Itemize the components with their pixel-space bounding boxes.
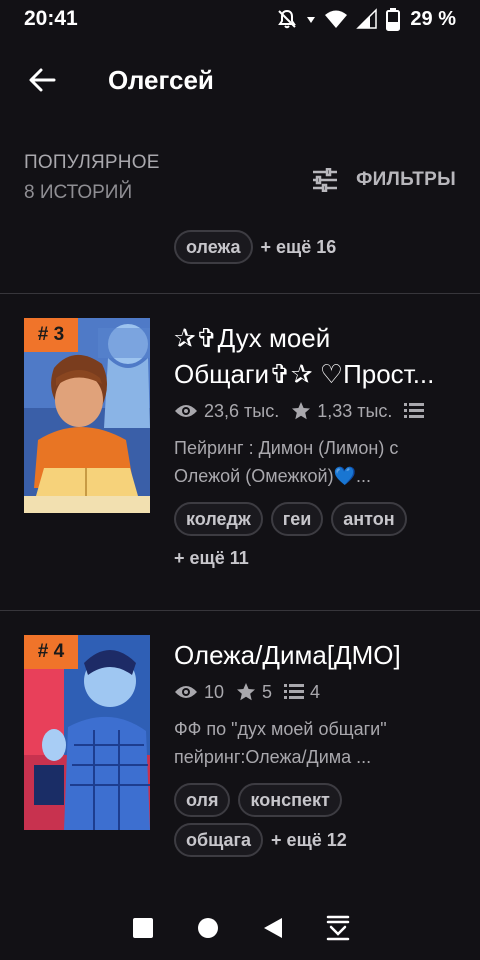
eye-icon xyxy=(175,686,197,698)
description-line: Олежой (Омежкой)💙... xyxy=(174,466,371,486)
story-title-line: ✰✞Дух моей xyxy=(174,323,331,353)
data-arrow-icon xyxy=(306,8,316,30)
filter-sliders-icon xyxy=(313,168,338,192)
tag-chip[interactable]: общага xyxy=(174,823,264,857)
reads-count: 10 xyxy=(204,681,225,702)
story-card[interactable]: # 4 Олежа/Дима[ДМО] 10 5 4 ФФ по "дух мо… xyxy=(0,611,480,871)
story-tags: общага + ещё 12 xyxy=(174,823,458,857)
story-stats: 10 5 4 xyxy=(174,677,458,707)
votes-count: 5 xyxy=(262,681,273,702)
do-not-disturb-off-icon xyxy=(276,8,298,30)
story-tags: оля конспект xyxy=(174,783,458,817)
votes-stat: 1,33 тыс. xyxy=(291,401,392,422)
description-line: Пейринг : Димон (Лимон) с xyxy=(174,438,399,458)
tag-chip[interactable]: оля xyxy=(174,783,231,817)
more-tags-link[interactable]: + ещё 16 xyxy=(261,237,337,258)
reads-stat: 23,6 тыс. xyxy=(174,401,279,422)
list-icon xyxy=(284,684,305,699)
home-button[interactable] xyxy=(183,903,233,953)
votes-stat: 5 xyxy=(236,682,272,703)
parts-stat: 4 xyxy=(284,682,320,703)
filters-label: ФИЛЬТРЫ xyxy=(356,169,456,190)
reads-count: 23,6 тыс. xyxy=(204,400,280,421)
triangle-back-icon xyxy=(263,918,282,938)
story-description: Пейринг : Димон (Лимон) с Олежой (Омежко… xyxy=(174,434,458,490)
star-icon xyxy=(237,683,256,701)
story-stats: 23,6 тыс. 1,33 тыс. xyxy=(174,396,458,426)
eye-icon xyxy=(175,405,197,417)
square-icon xyxy=(132,918,153,938)
rank-badge: # 4 xyxy=(24,635,78,669)
description-line: ФФ по "дух моей общаги" xyxy=(174,719,387,739)
collapse-down-icon xyxy=(326,915,349,941)
story-cover[interactable]: # 3 xyxy=(24,318,150,513)
story-description: ФФ по "дух моей общаги" пейринг:Олежа/Ди… xyxy=(174,715,458,771)
back-arrow-icon xyxy=(29,68,56,92)
story-info: ✰✞Дух моей Общаги✞✰ ♡Прост... 23,6 тыс. … xyxy=(174,320,458,569)
signal-icon xyxy=(356,8,378,30)
battery-icon xyxy=(386,7,401,31)
tag-chip[interactable]: антон xyxy=(331,502,407,536)
parts-stat xyxy=(404,402,430,420)
tag-chip[interactable]: геи xyxy=(270,502,324,536)
story-title-line: Общаги✞✰ ♡Прост... xyxy=(174,359,435,389)
story-tags: коледж геи антон xyxy=(174,502,458,536)
previous-story-tags: олежа + ещё 16 xyxy=(174,230,336,264)
rank-badge: # 3 xyxy=(24,318,78,352)
more-tags-link[interactable]: + ещё 12 xyxy=(271,830,347,851)
more-tags-row: + ещё 11 xyxy=(174,548,458,569)
circle-icon xyxy=(197,918,218,938)
story-title[interactable]: Олежа/Дима[ДМО] xyxy=(174,637,458,673)
status-time: 20:41 xyxy=(24,7,78,30)
wifi-icon xyxy=(324,8,348,30)
hide-nav-button[interactable] xyxy=(313,903,363,953)
story-title[interactable]: ✰✞Дух моей Общаги✞✰ ♡Прост... xyxy=(174,320,458,392)
list-icon xyxy=(404,403,425,418)
back-button[interactable] xyxy=(20,58,64,102)
recents-button[interactable] xyxy=(118,903,168,953)
battery-percent: 29 % xyxy=(410,7,456,30)
tag-chip[interactable]: конспект xyxy=(238,783,342,817)
page-title: Олегсей xyxy=(108,64,214,95)
story-info: Олежа/Дима[ДМО] 10 5 4 ФФ по "дух моей о… xyxy=(174,637,458,857)
description-line: пейринг:Олежа/Дима ... xyxy=(174,747,372,767)
filters-button[interactable]: ФИЛЬТРЫ xyxy=(312,168,456,192)
app-bar: Олегсей xyxy=(0,50,480,110)
section-header: ПОПУЛЯРНОЕ 8 ИСТОРИЙ ФИЛЬТРЫ xyxy=(24,152,456,212)
more-tags-link[interactable]: + ещё 11 xyxy=(174,548,249,568)
story-cover[interactable]: # 4 xyxy=(24,635,150,830)
parts-count: 4 xyxy=(310,681,321,702)
star-icon xyxy=(292,402,311,420)
votes-count: 1,33 тыс. xyxy=(317,400,393,421)
status-icons: 29 % xyxy=(276,7,456,31)
tag-chip[interactable]: коледж xyxy=(174,502,263,536)
back-nav-button[interactable] xyxy=(248,903,298,953)
story-card[interactable]: # 3 ✰✞Дух моей Общаги✞✰ ♡Прост... 23,6 т… xyxy=(0,294,480,610)
reads-stat: 10 xyxy=(174,682,224,703)
tag-chip[interactable]: олежа xyxy=(174,230,253,264)
status-bar: 20:41 29 % xyxy=(0,0,480,38)
system-nav-bar xyxy=(0,896,480,960)
story-title-line: Олежа/Дима[ДМО] xyxy=(174,640,401,670)
